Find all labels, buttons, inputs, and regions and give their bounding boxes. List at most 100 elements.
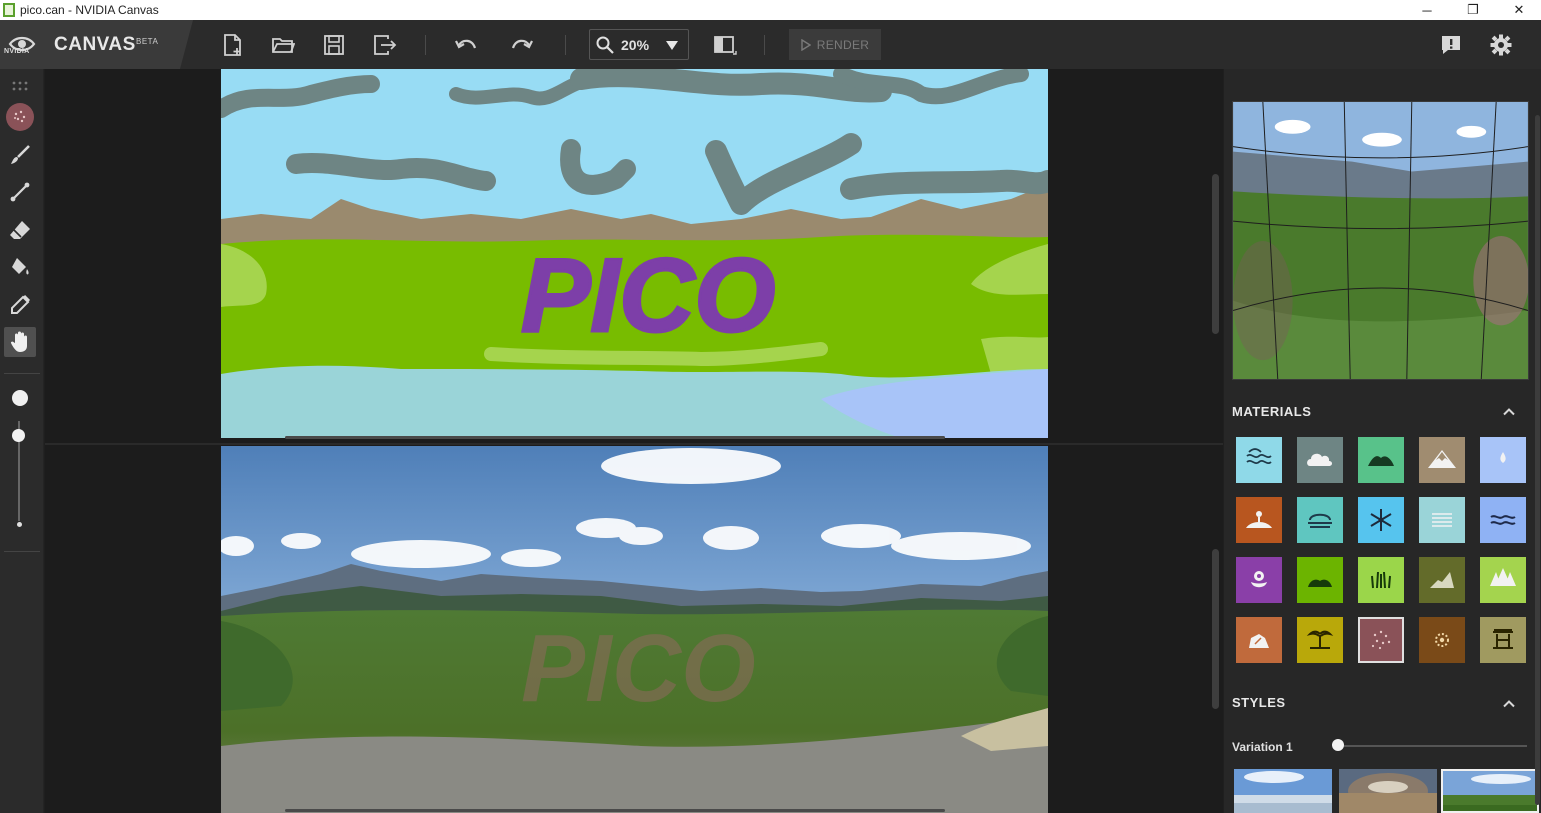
material-water-drop[interactable]	[1480, 437, 1526, 483]
bush-icon	[1308, 579, 1332, 587]
redo-button[interactable]	[509, 32, 535, 58]
line-icon	[10, 182, 30, 202]
large-dot-icon	[12, 390, 28, 406]
material-grass[interactable]	[1358, 557, 1404, 603]
window-title: pico.can - NVIDIA Canvas	[20, 3, 159, 17]
new-file-icon	[224, 34, 241, 56]
output-v-scrollbar[interactable]	[1212, 549, 1219, 709]
active-material-icon	[6, 103, 34, 131]
brush-tool[interactable]	[4, 140, 36, 170]
export-button[interactable]	[372, 32, 398, 58]
material-lake[interactable]	[1480, 497, 1526, 543]
material-hill[interactable]	[1358, 437, 1404, 483]
rock-icon	[1249, 634, 1269, 648]
material-rock[interactable]	[1236, 617, 1282, 663]
workspace: PICO PICO	[45, 69, 1223, 813]
restore-button[interactable]: ❐	[1450, 0, 1496, 20]
view-divider	[45, 443, 1223, 445]
lake-icon	[1490, 515, 1516, 525]
gear-icon	[1490, 34, 1512, 56]
fill-tool[interactable]	[4, 252, 36, 282]
brush-size-min	[17, 522, 22, 527]
material-swatch-button[interactable]	[4, 102, 36, 132]
collapse-materials-chevron-icon[interactable]	[1502, 405, 1516, 419]
material-mountain[interactable]	[1419, 437, 1465, 483]
preview-image	[1232, 101, 1529, 380]
paint-bucket-icon	[12, 258, 29, 275]
export-icon	[374, 35, 397, 55]
material-dirt[interactable]	[1419, 557, 1465, 603]
materials-heading: MATERIALS	[1232, 404, 1312, 419]
building-icon	[1493, 629, 1513, 649]
eraser-icon	[10, 221, 30, 239]
sea-icon	[1246, 448, 1272, 465]
hill-icon	[1368, 456, 1394, 466]
feedback-button[interactable]	[1438, 32, 1464, 58]
collapse-styles-chevron-icon[interactable]	[1502, 697, 1516, 711]
material-snow[interactable]	[1358, 497, 1404, 543]
material-building[interactable]	[1480, 617, 1526, 663]
chevron-down-icon[interactable]	[665, 39, 679, 51]
variation-slider-knob[interactable]	[1332, 739, 1344, 751]
redo-icon	[511, 39, 533, 49]
material-sea[interactable]	[1236, 437, 1282, 483]
style-thumbnail-2[interactable]	[1339, 769, 1437, 813]
style-thumbnail-3[interactable]	[1441, 769, 1539, 813]
close-window-button[interactable]: ✕	[1496, 0, 1541, 20]
grass-icon	[1371, 571, 1391, 589]
fog-icon	[1308, 513, 1332, 528]
canvas-v-scrollbar[interactable]	[1212, 174, 1219, 334]
brush-size-max	[4, 383, 36, 413]
line-tool[interactable]	[4, 177, 36, 207]
split-view-button[interactable]	[712, 32, 738, 58]
undo-button[interactable]	[453, 32, 479, 58]
output-h-scrollbar[interactable]	[285, 809, 945, 812]
open-file-button[interactable]	[270, 32, 296, 58]
folder-open-icon	[272, 38, 295, 53]
canvas-h-scrollbar[interactable]	[285, 436, 945, 439]
nvidia-canvas-app: pico.can - NVIDIA Canvas ─ ❐ ✕ NVIDIA CA…	[0, 0, 1541, 813]
render-button[interactable]: RENDER	[789, 29, 881, 60]
mountain-icon	[1428, 450, 1456, 468]
settings-button[interactable]	[1488, 32, 1514, 58]
material-tree[interactable]	[1480, 557, 1526, 603]
material-palm[interactable]	[1297, 617, 1343, 663]
eyedropper-tool[interactable]	[4, 290, 36, 320]
material-sand[interactable]	[1236, 497, 1282, 543]
new-file-button[interactable]	[220, 32, 246, 58]
rendered-pico-text: PICO	[521, 615, 756, 722]
flower-icon	[1251, 571, 1267, 588]
right-panel-scrollbar[interactable]	[1535, 115, 1540, 805]
material-stone[interactable]	[1419, 617, 1465, 663]
zoom-icon	[596, 36, 614, 54]
right-panel: MATERIALS STYLES Variation 1	[1224, 69, 1541, 813]
tool-divider	[4, 373, 40, 374]
variation-slider[interactable]	[1338, 745, 1527, 747]
toolbar-grip[interactable]	[4, 71, 36, 101]
segmentation-canvas[interactable]: PICO	[221, 69, 1048, 438]
palm-icon	[1306, 630, 1334, 649]
beta-tag: BETA	[136, 37, 159, 46]
water-drop-icon	[1500, 452, 1506, 463]
material-flower[interactable]	[1236, 557, 1282, 603]
toolbar-divider	[565, 35, 566, 55]
hand-icon	[10, 331, 27, 352]
material-gravel[interactable]	[1358, 617, 1404, 663]
material-river[interactable]	[1419, 497, 1465, 543]
play-icon	[801, 38, 811, 51]
toolbar-divider	[425, 35, 426, 55]
material-fog[interactable]	[1297, 497, 1343, 543]
minimize-button[interactable]: ─	[1404, 0, 1450, 20]
canvas-pico-text: PICO	[521, 238, 775, 354]
eyedropper-icon	[11, 294, 31, 314]
material-bush[interactable]	[1297, 557, 1343, 603]
brush-size-knob[interactable]	[12, 429, 25, 442]
material-cloud[interactable]	[1297, 437, 1343, 483]
pan-tool[interactable]	[4, 327, 36, 357]
style-thumbnail-1[interactable]	[1234, 769, 1332, 813]
save-button[interactable]	[321, 32, 347, 58]
eraser-tool[interactable]	[4, 215, 36, 245]
save-icon	[324, 35, 344, 55]
styles-heading: STYLES	[1232, 695, 1286, 710]
zoom-control[interactable]: 20%	[589, 29, 689, 60]
